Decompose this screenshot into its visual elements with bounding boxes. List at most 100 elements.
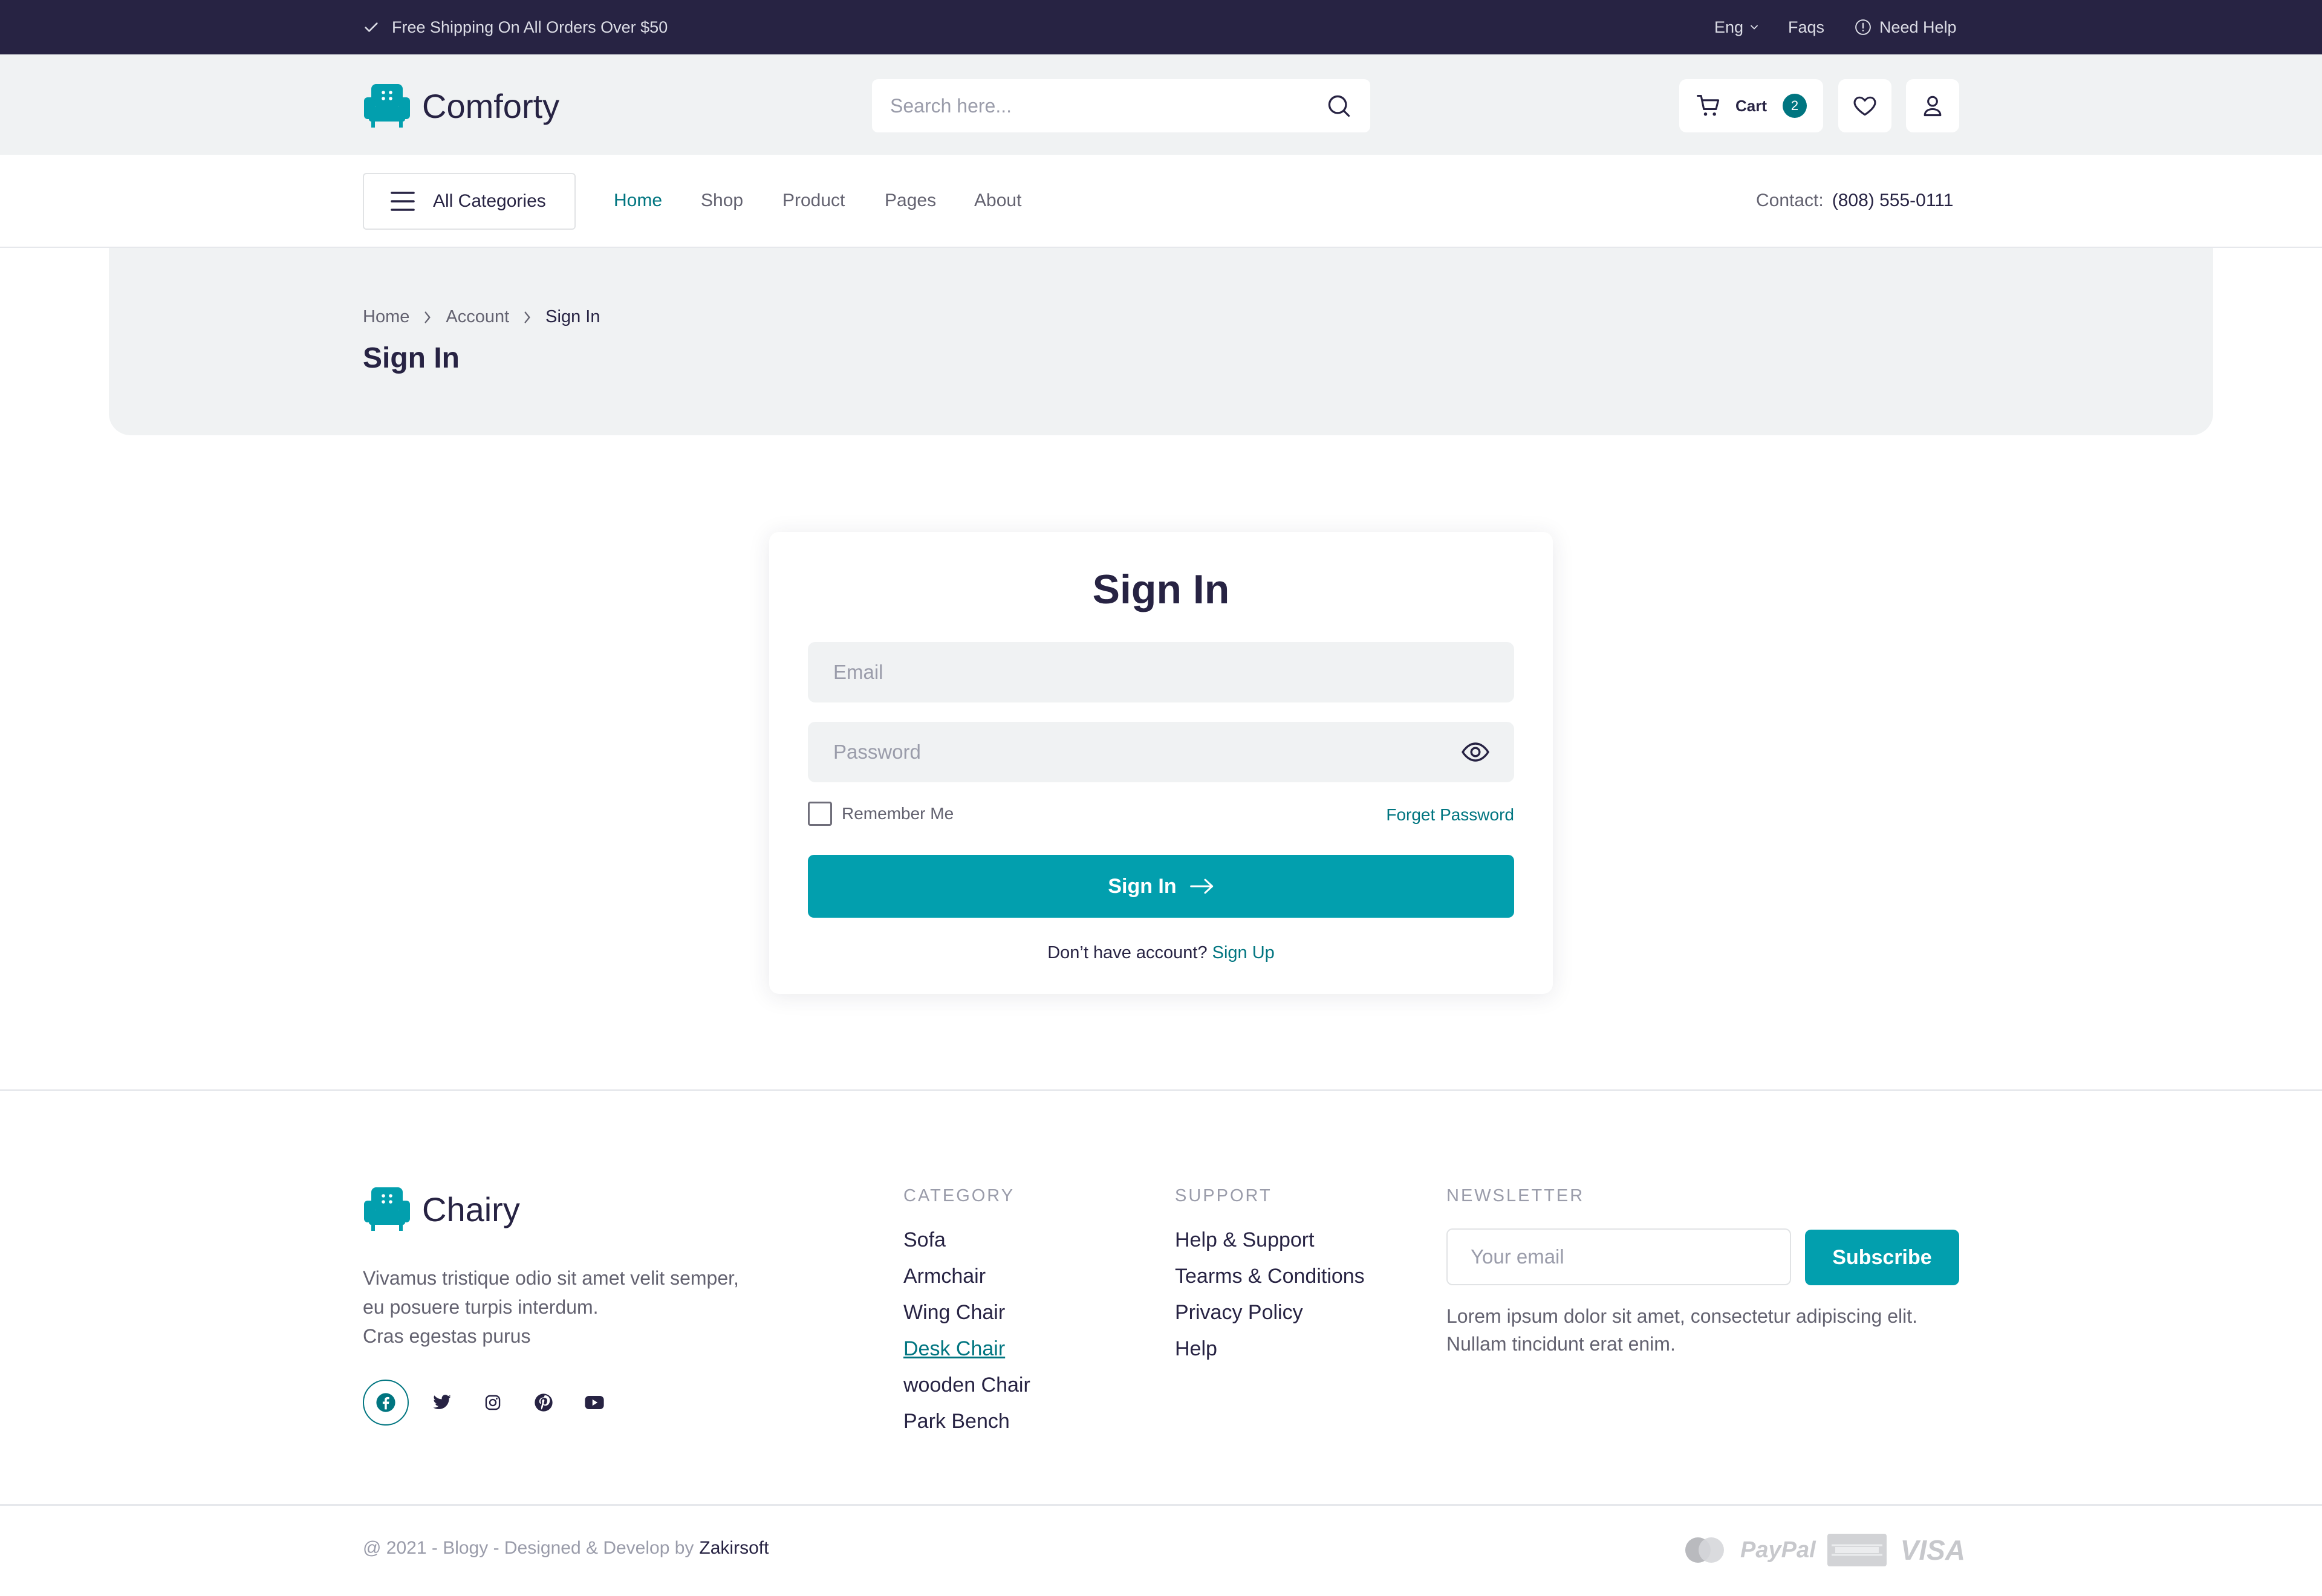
footer-divider — [0, 1089, 2322, 1091]
account-button[interactable] — [1906, 79, 1959, 132]
password-field-wrapper — [808, 722, 1514, 782]
footer-link-wing-chair[interactable]: Wing Chair — [903, 1301, 1005, 1325]
paypal-icon: PayPal — [1740, 1537, 1816, 1563]
breadcrumb-account[interactable]: Account — [446, 307, 509, 327]
breadcrumb-current: Sign In — [545, 307, 600, 326]
footer-link-privacy[interactable]: Privacy Policy — [1175, 1301, 1303, 1325]
support-heading: SUPPORT — [1175, 1186, 1272, 1205]
chevron-right-icon — [522, 311, 532, 323]
footer-brand[interactable]: Chairy — [363, 1186, 520, 1232]
signin-button-label: Sign In — [1108, 874, 1177, 898]
payment-methods: PayPal VISA — [1682, 1533, 1965, 1567]
wishlist-button[interactable] — [1838, 79, 1891, 132]
faqs-label: Faqs — [1788, 18, 1825, 36]
remember-me[interactable]: Remember Me — [808, 802, 954, 826]
breadcrumb: Home Account Sign In — [363, 307, 600, 327]
need-help-label: Need Help — [1879, 18, 1957, 36]
newsletter-email-input[interactable] — [1448, 1230, 1790, 1284]
heart-icon — [1852, 92, 1878, 119]
copyright-author[interactable]: Zakirsoft — [699, 1538, 769, 1559]
newsletter-heading: NEWSLETTER — [1446, 1186, 1585, 1205]
brand-name: Comforty — [422, 86, 560, 125]
cart-label: Cart — [1735, 96, 1767, 115]
signin-card: Sign In Remember Me Forget Password Sign… — [769, 532, 1553, 994]
visa-icon: VISA — [1900, 1534, 1966, 1566]
cart-button[interactable]: Cart 2 — [1679, 79, 1823, 132]
password-field[interactable] — [808, 722, 1413, 782]
footer-link-help-support[interactable]: Help & Support — [1175, 1228, 1315, 1252]
footer-link-park-bench[interactable]: Park Bench — [903, 1410, 1010, 1433]
search-bar — [872, 79, 1370, 132]
page-title: Sign In — [363, 342, 460, 374]
footer-about: Vivamus tristique odio sit amet velit se… — [363, 1264, 859, 1351]
footer-link-desk-chair[interactable]: Desk Chair — [903, 1337, 1005, 1361]
footer-about-line: eu posuere turpis interdum. — [363, 1296, 599, 1318]
shipping-notice: Free Shipping On All Orders Over $50 — [363, 0, 668, 54]
newsletter-text-line: Lorem ipsum dolor sit amet, consectetur … — [1446, 1305, 1918, 1327]
newsletter-description: Lorem ipsum dolor sit amet, consectetur … — [1446, 1302, 1979, 1358]
search-icon[interactable] — [1325, 92, 1352, 119]
check-icon — [363, 19, 380, 36]
instagram-icon[interactable] — [476, 1386, 509, 1419]
info-icon — [1854, 18, 1872, 36]
youtube-icon[interactable] — [578, 1386, 611, 1419]
footer-brand-name: Chairy — [422, 1190, 520, 1228]
copyright: @ 2021 - Blogy - Designed & Develop by Z… — [363, 1538, 769, 1559]
top-bar: Free Shipping On All Orders Over $50 Eng… — [0, 0, 2322, 54]
main-nav: All Categories Home Shop Product Pages A… — [0, 155, 2322, 248]
brand-logo[interactable]: Comforty — [363, 82, 559, 130]
social-links — [363, 1380, 611, 1426]
search-input[interactable] — [872, 79, 1295, 132]
signin-title: Sign In — [1092, 566, 1230, 612]
language-select[interactable]: Eng — [1714, 0, 1760, 54]
nav-link-home[interactable]: Home — [614, 190, 662, 211]
faqs-link[interactable]: Faqs — [1788, 0, 1824, 54]
contact-label: Contact: — [1756, 190, 1824, 210]
nav-link-product[interactable]: Product — [782, 190, 845, 211]
chevron-right-icon — [423, 311, 432, 323]
email-field[interactable] — [808, 642, 1413, 702]
newsletter-input-wrapper — [1446, 1228, 1791, 1285]
newsletter-text-line: Nullam tincidunt erat enim. — [1446, 1333, 1676, 1355]
amex-icon — [1827, 1533, 1887, 1567]
menu-icon — [391, 190, 415, 212]
footer-link-terms[interactable]: Tearms & Conditions — [1175, 1265, 1365, 1288]
footer-link-armchair[interactable]: Armchair — [903, 1265, 986, 1288]
remember-label: Remember Me — [842, 804, 954, 823]
nav-link-pages[interactable]: Pages — [885, 190, 936, 211]
mastercard-icon — [1682, 1536, 1727, 1565]
remember-checkbox[interactable] — [808, 802, 832, 826]
twitter-icon[interactable] — [426, 1386, 458, 1419]
footer-link-help[interactable]: Help — [1175, 1337, 1217, 1361]
footer-about-line: Cras egestas purus — [363, 1325, 531, 1347]
subscribe-button[interactable]: Subscribe — [1805, 1230, 1959, 1285]
copyright-text: @ 2021 - Blogy - Designed & Develop by — [363, 1538, 694, 1558]
nav-link-about[interactable]: About — [974, 190, 1021, 211]
facebook-icon[interactable] — [363, 1380, 409, 1426]
language-label: Eng — [1714, 18, 1744, 36]
eye-icon[interactable] — [1461, 739, 1490, 765]
footer-link-wooden-chair[interactable]: wooden Chair — [903, 1374, 1030, 1397]
footer-link-sofa[interactable]: Sofa — [903, 1228, 946, 1252]
contact-info: Contact: (808) 555-0111 — [1756, 190, 1953, 211]
cart-icon — [1696, 92, 1722, 119]
nav-link-shop[interactable]: Shop — [701, 190, 743, 211]
signup-link[interactable]: Sign Up — [1212, 943, 1275, 963]
need-help-link[interactable]: Need Help — [1854, 0, 1957, 54]
signin-button[interactable]: Sign In — [808, 855, 1514, 918]
bottom-divider — [0, 1504, 2322, 1506]
shipping-text: Free Shipping On All Orders Over $50 — [392, 18, 668, 36]
header: Comforty Cart 2 — [0, 54, 2322, 155]
chevron-down-icon — [1748, 21, 1760, 33]
arrow-right-icon — [1189, 878, 1214, 895]
sofa-logo-icon — [363, 1186, 411, 1232]
sofa-logo-icon — [363, 83, 411, 129]
contact-phone[interactable]: (808) 555-0111 — [1832, 190, 1954, 211]
breadcrumb-home[interactable]: Home — [363, 307, 409, 327]
all-categories-label: All Categories — [433, 191, 546, 211]
all-categories-button[interactable]: All Categories — [363, 173, 576, 230]
no-account-text: Don’t have account? — [1047, 943, 1208, 962]
user-icon — [1919, 92, 1946, 119]
pinterest-icon[interactable] — [527, 1386, 560, 1419]
forgot-password-link[interactable]: Forget Password — [1386, 805, 1514, 825]
